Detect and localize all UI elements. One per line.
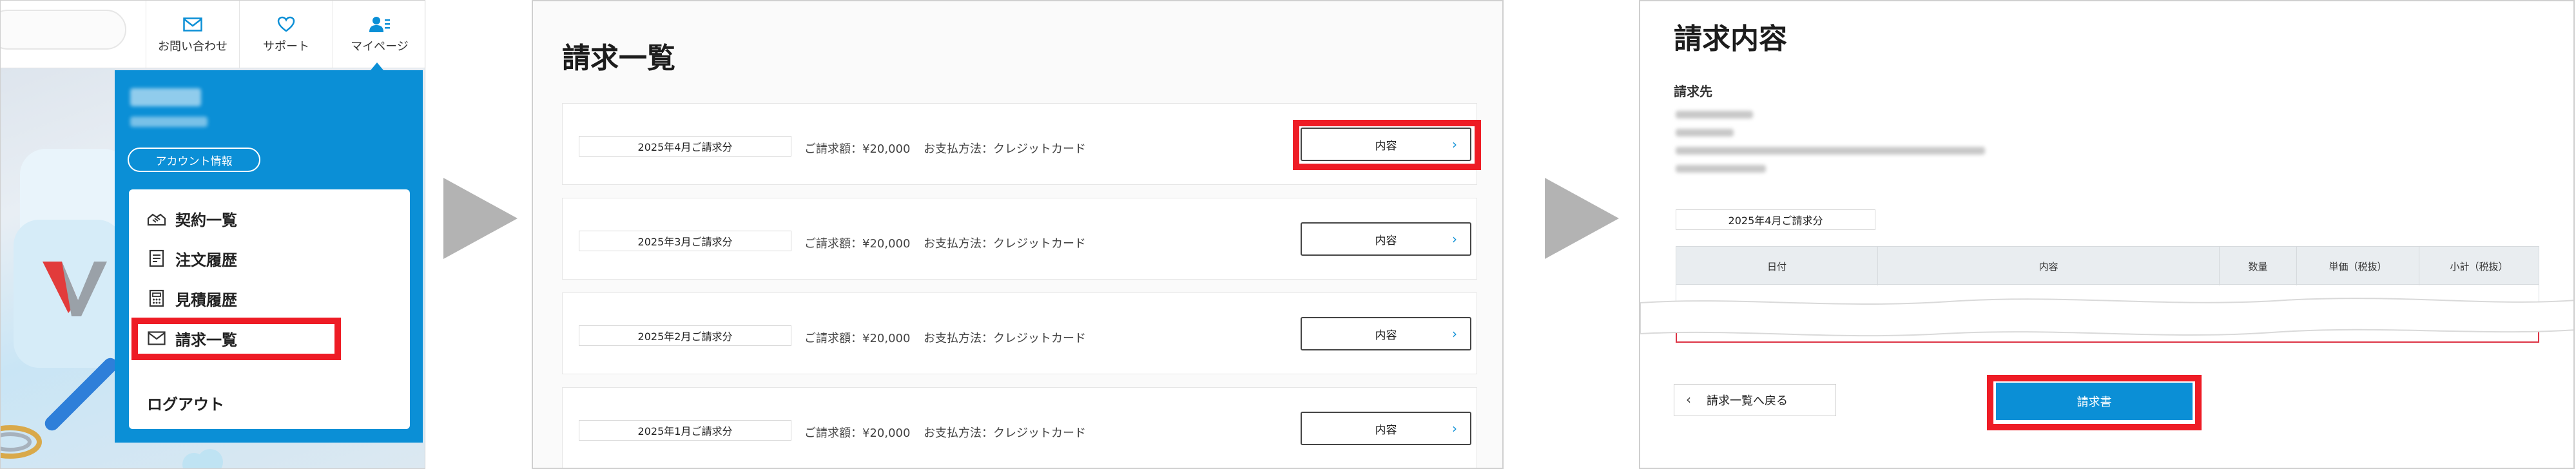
calculator-icon <box>147 289 166 308</box>
envelope-icon <box>182 15 204 34</box>
detail-button[interactable]: 内容 › <box>1301 317 1471 350</box>
torn-edge <box>1640 298 2573 337</box>
menu-item-contracts[interactable]: 契約一覧 <box>147 206 237 231</box>
highlight-box <box>1293 120 1481 170</box>
handshake-icon <box>147 209 166 228</box>
invoice-row: 2025年3月ご請求分 ご請求額：¥20,000 お支払方法：クレジットカード … <box>562 198 1477 280</box>
menu-card: 契約一覧 注文履歴 見積履歴 請求一覧 ログアウト <box>129 189 410 429</box>
back-to-list-button[interactable]: ‹ 請求一覧へ戻る <box>1674 384 1836 416</box>
decorative-cloud <box>182 449 223 468</box>
chevron-right-icon: › <box>1452 326 1457 341</box>
dropdown-caret <box>371 62 383 70</box>
billing-address-blurred <box>1676 147 1985 155</box>
menu-item-label: 契約一覧 <box>175 211 237 229</box>
menu-item-quotes[interactable]: 見積履歴 <box>147 285 237 311</box>
decorative-ring <box>1 425 42 459</box>
nav-mypage[interactable]: マイページ <box>333 1 425 68</box>
invoice-period: 2025年2月ご請求分 <box>579 325 791 346</box>
detail-button-label: 内容 <box>1375 234 1397 247</box>
detail-button[interactable]: 内容 › <box>1301 412 1471 445</box>
brand-logo <box>43 262 107 316</box>
invoice-period: 2025年4月ご請求分 <box>1676 209 1875 230</box>
chevron-right-icon: › <box>1452 231 1457 247</box>
logout-link[interactable]: ログアウト <box>147 392 224 414</box>
mypage-dropdown: アカウント情報 契約一覧 注文履歴 見積履歴 請求一覧 ログアウト <box>115 70 423 443</box>
user-icon <box>369 15 391 34</box>
heart-icon <box>275 15 297 34</box>
payment-method: お支払方法：クレジットカード <box>924 237 1086 251</box>
user-email-blurred <box>130 117 208 127</box>
detail-button-label: 内容 <box>1375 329 1397 342</box>
invoice-row: 2025年1月ご請求分 ご請求額：¥20,000 お支払方法：クレジットカード … <box>562 387 1477 468</box>
column-header: 小計（税抜） <box>2450 260 2508 273</box>
page-title: 請求一覧 <box>562 42 675 75</box>
menu-item-orders[interactable]: 注文履歴 <box>147 245 237 271</box>
invoice-row: 2025年4月ご請求分 ご請求額：¥20,000 お支払方法：クレジットカード … <box>562 103 1481 185</box>
nav-support-label: サポート <box>263 39 309 53</box>
invoice-table-header: 日付 内容 数量 単価（税抜） 小計（税抜） <box>1676 246 2539 285</box>
nav-contact-label: お問い合わせ <box>158 39 228 53</box>
column-header: 数量 <box>2220 247 2297 285</box>
detail-button[interactable]: 内容 › <box>1301 222 1471 256</box>
user-name-blurred <box>130 88 201 106</box>
account-info-button[interactable]: アカウント情報 <box>128 148 260 172</box>
nav-mypage-label: マイページ <box>351 39 409 53</box>
column-header: 単価（税抜） <box>2297 247 2419 285</box>
page-title: 請求内容 <box>1674 23 1787 55</box>
invoice-row: 2025年2月ご請求分 ご請求額：¥20,000 お支払方法：クレジットカード … <box>562 292 1477 374</box>
highlight-box <box>131 318 341 360</box>
back-button-label: 請求一覧へ戻る <box>1707 394 1788 408</box>
step-arrow <box>1545 178 1619 259</box>
nav-contact[interactable]: お問い合わせ <box>146 1 239 68</box>
billing-to-label: 請求先 <box>1674 84 1712 99</box>
invoice-detail-panel: 請求内容 請求先 2025年4月ご請求分 日付 内容 数量 単価（税抜） 小計（… <box>1639 0 2575 469</box>
menu-item-label: 見積履歴 <box>175 291 237 309</box>
invoice-period: 2025年1月ご請求分 <box>579 420 791 441</box>
payment-method: お支払方法：クレジットカード <box>924 332 1086 345</box>
billing-address-blurred <box>1676 129 1734 137</box>
column-header: 日付 <box>1676 247 1878 285</box>
highlight-box <box>1987 375 2202 430</box>
document-icon <box>147 249 166 268</box>
chevron-left-icon: ‹ <box>1686 392 1691 407</box>
billing-address-blurred <box>1676 165 1766 173</box>
invoice-amount: ご請求額：¥20,000 <box>804 237 911 251</box>
nav-support[interactable]: サポート <box>239 1 333 68</box>
invoice-amount: ご請求額：¥20,000 <box>804 332 911 345</box>
mypage-menu-panel: お問い合わせ サポート マイページ アカウント情報 契約一覧 注文履歴 見積履歴… <box>0 0 425 469</box>
invoice-amount: ご請求額：¥20,000 <box>804 142 911 156</box>
invoice-amount: ご請求額：¥20,000 <box>804 426 911 440</box>
detail-button-label: 内容 <box>1375 423 1397 437</box>
column-header: 内容 <box>1878 247 2220 285</box>
menu-item-label: 注文履歴 <box>175 251 237 269</box>
billing-address-blurred <box>1676 111 1753 119</box>
payment-method: お支払方法：クレジットカード <box>924 142 1086 156</box>
step-arrow <box>443 178 518 259</box>
invoice-period: 2025年3月ご請求分 <box>579 231 791 251</box>
invoice-list-panel: 請求一覧 2025年4月ご請求分 ご請求額：¥20,000 お支払方法：クレジッ… <box>532 0 1504 469</box>
site-header: お問い合わせ サポート マイページ <box>1 1 425 68</box>
chevron-right-icon: › <box>1452 421 1457 436</box>
search-input[interactable] <box>1 10 126 50</box>
payment-method: お支払方法：クレジットカード <box>924 426 1086 440</box>
invoice-period: 2025年4月ご請求分 <box>579 136 791 157</box>
